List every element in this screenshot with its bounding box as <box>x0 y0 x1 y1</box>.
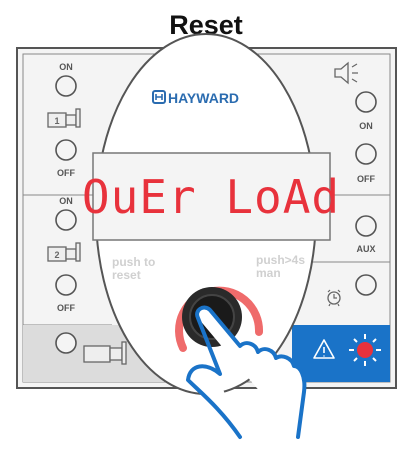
group1-on-button[interactable] <box>55 75 77 97</box>
group2-off-button[interactable] <box>55 274 77 296</box>
push-reset-hint-line2: reset <box>112 268 141 282</box>
push-man-hint-line2: man <box>256 266 281 280</box>
push-man-hint-line1: push>4s <box>256 253 305 267</box>
speaker-off-button[interactable] <box>355 143 377 165</box>
pump-number-2: 2 <box>54 250 59 260</box>
push-reset-hint-line1: push to <box>112 255 155 269</box>
group1-off-button[interactable] <box>55 139 77 161</box>
group2-on-label: ON <box>59 196 73 206</box>
brand-name: HAYWARD <box>168 90 239 106</box>
speaker-on-button[interactable] <box>355 91 377 113</box>
pump-number-1: 1 <box>54 116 59 126</box>
bottom-pump-button[interactable] <box>55 332 77 354</box>
group1-off-label: OFF <box>57 168 75 178</box>
aux-label: AUX <box>356 244 375 254</box>
display-text: OuEr LoAd <box>82 170 340 224</box>
speaker-on-label: ON <box>359 121 373 131</box>
group2-on-button[interactable] <box>55 209 77 231</box>
timer-button[interactable] <box>355 274 377 296</box>
group1-on-label: ON <box>59 62 73 72</box>
alert-bar <box>292 325 390 382</box>
group2-off-label: OFF <box>57 303 75 313</box>
speaker-off-label: OFF <box>357 174 375 184</box>
aux-button[interactable] <box>355 215 377 237</box>
